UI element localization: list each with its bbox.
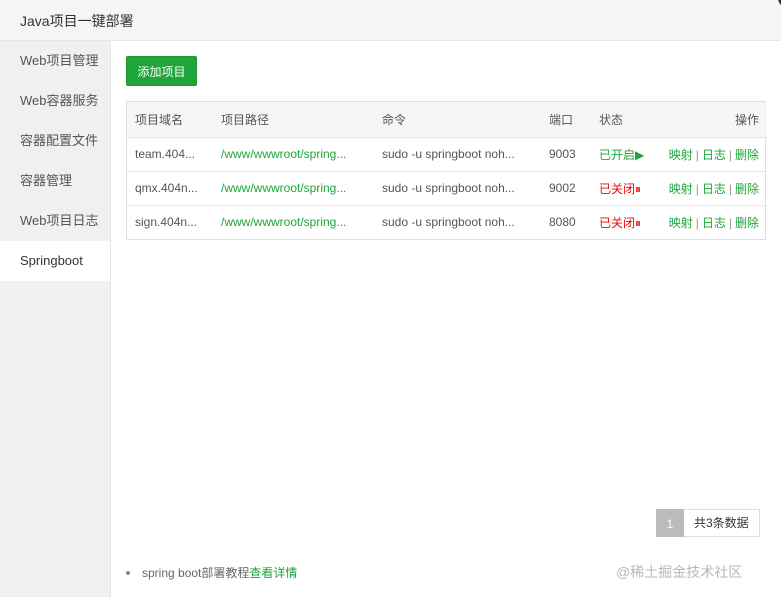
tips-text: spring boot部署教程 [142,566,250,580]
dialog-titlebar: Java项目一键部署 [0,0,781,41]
table-row: sign.404n... /www/wwwroot/spring... sudo… [127,205,767,239]
column-header-actions: 操作 [734,112,759,127]
watermark: @稀土掘金技术社区 [616,564,743,580]
cell-path-link[interactable]: /www/wwwroot/spring... [221,181,346,195]
map-link[interactable]: 映射 [669,216,693,230]
delete-link[interactable]: 删除 [735,216,759,230]
table-row: team.404... /www/wwwroot/spring... sudo … [127,137,767,171]
separator: | [695,215,699,230]
cell-port: 8080 [549,215,576,230]
column-header-command: 命令 [382,112,407,127]
sidebar-item-web-project-management[interactable]: Web项目管理 [0,41,110,81]
separator: | [728,215,732,230]
main-panel: 添加项目 项目域名 项目路径 命令 端口 状态 操作 team.404... / [111,41,781,597]
cell-path-link[interactable]: /www/wwwroot/spring... [221,215,346,229]
delete-link[interactable]: 删除 [735,182,759,196]
view-details-link[interactable]: 查看详情 [249,564,297,581]
column-header-status: 状态 [599,112,624,127]
table-header-row: 项目域名 项目路径 命令 端口 状态 操作 [127,102,767,137]
projects-table: 项目域名 项目路径 命令 端口 状态 操作 team.404... /www/w… [126,101,767,240]
log-link[interactable]: 日志 [702,216,726,230]
page-number-button[interactable]: 1 [656,509,684,537]
cell-path-link[interactable]: /www/wwwroot/spring... [221,147,346,161]
cell-command: sudo -u springboot noh... [382,181,515,195]
tips-list-item: spring boot部署教程 查看详情 [126,564,297,581]
status-toggle[interactable]: 已开启▶ [599,148,644,162]
cell-command: sudo -u springboot noh... [382,147,515,161]
cell-port: 9002 [549,181,576,195]
column-header-domain: 项目域名 [135,112,184,127]
sidebar-item-web-project-log[interactable]: Web项目日志 [0,201,110,241]
column-header-path: 项目路径 [221,112,270,127]
sidebar-item-web-container-service[interactable]: Web容器服务 [0,81,110,121]
map-link[interactable]: 映射 [669,182,693,196]
sidebar: Web项目管理 Web容器服务 容器配置文件 容器管理 Web项目日志 Spri… [0,41,111,597]
pagination: 1 共3条数据 [656,509,760,537]
table-row: qmx.404n... /www/wwwroot/spring... sudo … [127,171,767,205]
add-project-button[interactable]: 添加项目 [126,56,197,86]
sidebar-item-springboot[interactable]: Springboot [0,241,110,281]
sidebar-item-container-management[interactable]: 容器管理 [0,161,110,201]
status-toggle[interactable]: 已关闭⏸ [599,182,641,196]
log-link[interactable]: 日志 [702,148,726,162]
bullet-icon [126,570,130,575]
separator: | [695,147,699,162]
map-link[interactable]: 映射 [669,148,693,162]
log-link[interactable]: 日志 [702,182,726,196]
sidebar-item-container-config[interactable]: 容器配置文件 [0,121,110,161]
column-header-port: 端口 [549,112,574,127]
cell-domain: sign.404n... [135,215,198,230]
cell-port: 9003 [549,147,576,161]
page-total-count: 共3条数据 [684,509,760,537]
cell-domain: qmx.404n... [135,181,198,195]
cell-command: sudo -u springboot noh... [382,215,515,230]
separator: | [728,147,732,162]
cell-domain: team.404... [135,147,196,161]
separator: | [695,181,699,196]
delete-link[interactable]: 删除 [735,148,759,162]
dialog-title: Java项目一键部署 [20,13,134,29]
status-toggle[interactable]: 已关闭⏸ [599,216,641,230]
separator: | [728,181,732,196]
